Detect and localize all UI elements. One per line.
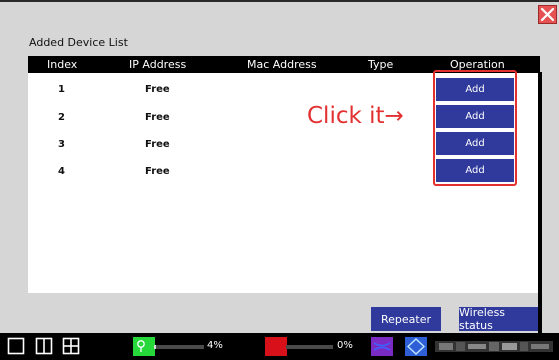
row-index: 3: [58, 139, 65, 150]
wireless-status-button[interactable]: Wireless status: [459, 306, 539, 332]
status-block-green: [133, 337, 155, 356]
taskbar: 4% 0%: [0, 333, 559, 360]
row-ip-address: Free: [145, 139, 170, 150]
scrollbar[interactable]: [538, 72, 542, 334]
status-block-purple[interactable]: [371, 337, 393, 356]
blurred-status-area: [435, 339, 553, 354]
row-ip-address: Free: [145, 166, 170, 177]
close-button[interactable]: [538, 5, 557, 24]
table-header: Index IP Address Mac Address Type Operat…: [28, 56, 540, 73]
row-index: 2: [58, 112, 65, 123]
status-block-red: [265, 337, 287, 356]
add-button-3[interactable]: Add: [436, 132, 514, 155]
row-ip-address: Free: [145, 112, 170, 123]
column-header-type: Type: [368, 58, 394, 71]
progress-bar-1: [154, 345, 204, 349]
list-title: Added Device List: [29, 36, 128, 49]
close-x-icon: [540, 7, 555, 22]
column-header-mac: Mac Address: [247, 58, 317, 71]
add-button-2[interactable]: Add: [436, 105, 514, 128]
diamond-ring-icon: [406, 338, 426, 355]
column-header-index: Index: [47, 58, 78, 71]
row-index: 4: [58, 166, 65, 177]
blurred-text-graphic: [435, 341, 553, 352]
signal-wave-icon: [373, 342, 391, 351]
add-button-4[interactable]: Add: [436, 159, 514, 182]
progress-label-1: 4%: [207, 340, 223, 351]
location-pin-icon: [137, 340, 145, 352]
row-index: 1: [58, 84, 65, 95]
progress-label-2: 0%: [337, 340, 353, 351]
split-4-view-icon[interactable]: [62, 337, 80, 355]
repeater-button[interactable]: Repeater: [371, 307, 441, 331]
progress-fill-1: [154, 345, 156, 349]
progress-bar-2: [286, 345, 333, 349]
single-view-icon[interactable]: [7, 337, 25, 355]
device-list-window: Added Device List Index IP Address Mac A…: [0, 0, 559, 333]
column-header-operation: Operation: [450, 58, 505, 71]
split-2-view-icon[interactable]: [35, 337, 53, 355]
column-header-ip: IP Address: [129, 58, 187, 71]
device-table: Index IP Address Mac Address Type Operat…: [28, 56, 540, 293]
add-button-1[interactable]: Add: [436, 78, 514, 101]
status-block-blue[interactable]: [405, 337, 427, 356]
click-annotation: Click it→: [307, 103, 404, 129]
row-ip-address: Free: [145, 84, 170, 95]
